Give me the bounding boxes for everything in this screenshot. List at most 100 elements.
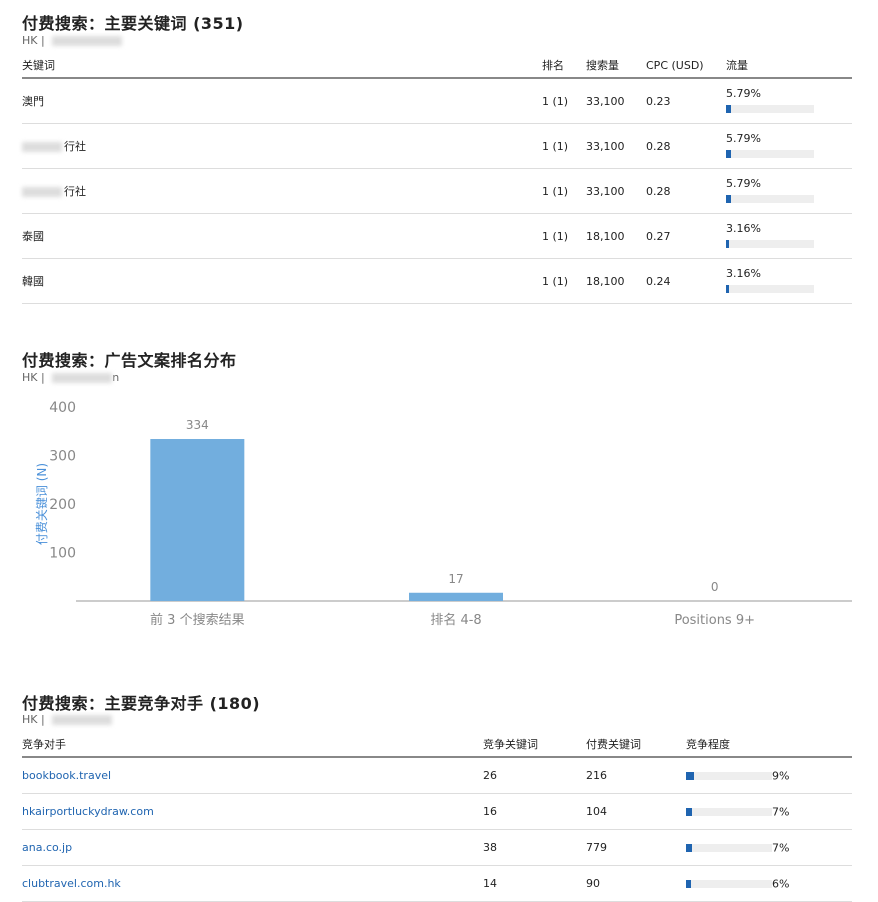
competition-level-cell: 9% — [686, 757, 852, 794]
keywords-subtitle: HK | — [22, 34, 123, 47]
paid-keywords-cell: 216 — [586, 757, 686, 794]
traffic-bar-track — [726, 240, 814, 248]
y-axis-label: 付费关键词 (N) — [35, 463, 49, 545]
col-keyword: 关键词 — [22, 57, 542, 79]
competitors-title: 付费搜索：主要竞争对手 (180) — [22, 694, 261, 713]
paid-keywords-cell: 90 — [586, 865, 686, 902]
cpc-cell: 0.24 — [646, 258, 726, 304]
competitors-table: 竞争对手 竞争关键词 付费关键词 竞争程度 bookbook.travel 26 2… — [22, 736, 852, 902]
competition-bar-track — [686, 879, 772, 888]
data-label: 17 — [448, 572, 463, 586]
table-row: 澳門 1 (1) 33,100 0.23 5.79% — [22, 78, 852, 124]
competition-bar-fill — [686, 771, 694, 780]
competitor-link[interactable]: ana.co.jp — [22, 841, 72, 854]
traffic-cell: 5.79% — [726, 78, 852, 124]
traffic-bar-fill — [726, 105, 731, 113]
competition-bar-track — [686, 807, 772, 816]
volume-cell: 18,100 — [586, 258, 646, 304]
competition-bar-fill — [686, 807, 692, 816]
keyword-text: 行社 — [64, 140, 86, 153]
redacted-text — [22, 187, 62, 197]
col-cpc: CPC (USD) — [646, 57, 726, 79]
col-competitor: 竞争对手 — [22, 736, 483, 758]
competitor-link[interactable]: clubtravel.com.hk — [22, 877, 121, 890]
chart-subtitle-tail: n — [112, 371, 120, 384]
redacted-text — [52, 36, 123, 46]
traffic-percent: 5.79% — [726, 177, 761, 190]
competition-percent: 9% — [772, 769, 790, 783]
data-label: 334 — [186, 418, 209, 432]
keyword-cell: 行社 — [22, 123, 542, 169]
table-row: 行社 1 (1) 33,100 0.28 5.79% — [22, 123, 852, 169]
volume-cell: 33,100 — [586, 123, 646, 169]
keyword-cell: 行社 — [22, 168, 542, 214]
competition-percent: 7% — [772, 805, 790, 819]
col-traffic: 流量 — [726, 57, 852, 79]
table-row: 韓國 1 (1) 18,100 0.24 3.16% — [22, 258, 852, 304]
traffic-percent: 3.16% — [726, 222, 761, 235]
keywords-table: 关键词 排名 搜索量 CPC (USD) 流量 澳門 1 (1) 33,100 0.2… — [22, 57, 852, 304]
cpc-cell: 0.28 — [646, 168, 726, 214]
traffic-bar-fill — [726, 240, 729, 248]
competition-bar-fill — [686, 843, 692, 852]
chart-subtitle-text: HK | — [22, 371, 49, 384]
cpc-cell: 0.23 — [646, 78, 726, 124]
paid-keywords-cell: 779 — [586, 829, 686, 866]
redacted-text — [22, 142, 62, 152]
competitor-cell: clubtravel.com.hk — [22, 865, 483, 902]
keyword-text: 澳門 — [22, 95, 44, 108]
keyword-text: 韓國 — [22, 275, 44, 288]
competitors-header-row: 竞争对手 竞争关键词 付费关键词 竞争程度 — [22, 736, 852, 758]
competitor-cell: ana.co.jp — [22, 829, 483, 866]
traffic-bar-track — [726, 150, 814, 158]
rank-cell: 1 (1) — [542, 168, 586, 214]
table-row: hkairportluckydraw.com 16 104 7% — [22, 793, 852, 830]
traffic-percent: 5.79% — [726, 87, 761, 100]
traffic-bar-track — [726, 195, 814, 203]
competitor-cell: bookbook.travel — [22, 757, 483, 794]
traffic-bar-fill — [726, 150, 731, 158]
rank-cell: 1 (1) — [542, 258, 586, 304]
paid-keywords-cell: 104 — [586, 793, 686, 830]
competitors-subtitle: HK | — [22, 713, 113, 726]
bar — [150, 439, 245, 601]
redacted-text — [52, 373, 113, 383]
keywords-title: 付费搜索：主要关键词 (351) — [22, 14, 244, 33]
table-row: 行社 1 (1) 33,100 0.28 5.79% — [22, 168, 852, 214]
table-row: clubtravel.com.hk 14 90 6% — [22, 865, 852, 902]
col-rank: 排名 — [542, 57, 586, 79]
cpc-cell: 0.27 — [646, 213, 726, 259]
keyword-text: 行社 — [64, 185, 86, 198]
volume-cell: 33,100 — [586, 78, 646, 124]
competitor-link[interactable]: hkairportluckydraw.com — [22, 805, 154, 818]
competitor-cell: hkairportluckydraw.com — [22, 793, 483, 830]
col-common-keywords: 竞争关键词 — [483, 736, 586, 758]
keyword-cell: 泰國 — [22, 213, 542, 259]
keyword-cell: 澳門 — [22, 78, 542, 124]
y-tick-label: 100 — [49, 546, 76, 562]
x-tick-label: 排名 4-8 — [430, 612, 481, 628]
chart-title: 付费搜索：广告文案排名分布 — [22, 351, 237, 370]
competitors-subtitle-text: HK | — [22, 713, 49, 726]
ad-rank-bar-chart: 400 300 200 100付费关键词 (N) 334 前 3 个搜索结果 17 排名 4-… — [35, 400, 852, 628]
col-volume: 搜索量 — [586, 57, 646, 79]
col-competition-level: 竞争程度 — [686, 736, 852, 758]
competition-bar-fill — [686, 879, 691, 888]
common-keywords-cell: 14 — [483, 865, 586, 902]
chart-subtitle: HK | n — [22, 371, 119, 384]
competition-percent: 7% — [772, 841, 790, 855]
volume-cell: 18,100 — [586, 213, 646, 259]
traffic-cell: 3.16% — [726, 213, 852, 259]
traffic-percent: 5.79% — [726, 132, 761, 145]
keyword-text: 泰國 — [22, 230, 44, 243]
traffic-cell: 3.16% — [726, 258, 852, 304]
traffic-bar-track — [726, 105, 814, 113]
common-keywords-cell: 38 — [483, 829, 586, 866]
cpc-cell: 0.28 — [646, 123, 726, 169]
x-tick-label: Positions 9+ — [674, 613, 755, 628]
competitor-link[interactable]: bookbook.travel — [22, 769, 111, 782]
traffic-bar-fill — [726, 285, 729, 293]
competition-level-cell: 7% — [686, 829, 852, 866]
common-keywords-cell: 26 — [483, 757, 586, 794]
competition-percent: 6% — [772, 877, 790, 891]
